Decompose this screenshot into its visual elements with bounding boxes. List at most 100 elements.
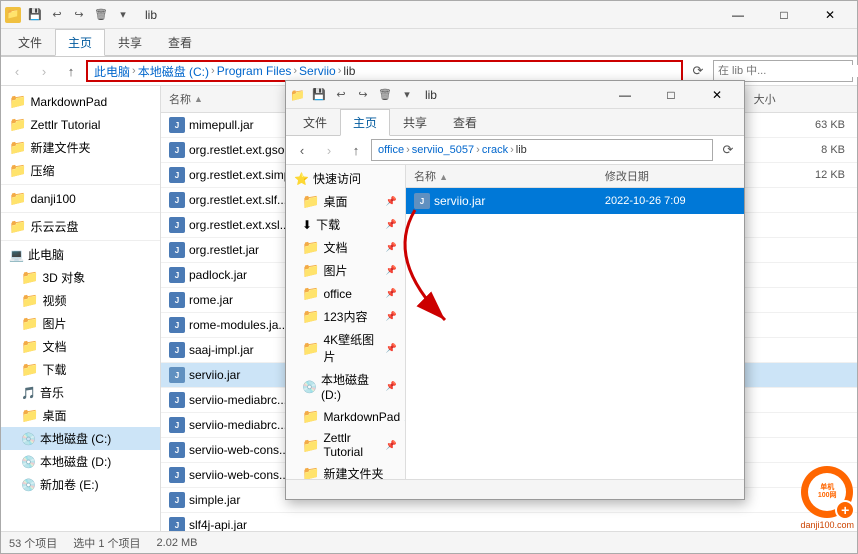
table-row[interactable]: Jslf4j-api.jar [161,513,857,531]
sidebar-item-luyun[interactable]: 📁 乐云云盘 [1,215,160,238]
sidebar-item-3dobjects[interactable]: 📁 3D 对象 [1,266,160,289]
second-sidebar-documents[interactable]: 📁 文档 📌 [286,236,405,259]
sidebar-item-drive-e[interactable]: 💿 新加卷 (E:) [1,473,160,496]
sidebar-item-documents[interactable]: 📁 文档 [1,335,160,358]
breadcrumb-drive[interactable]: 本地磁盘 (C:) [138,63,209,80]
second-tab-home[interactable]: 主页 [340,109,390,136]
second-address-bar[interactable]: office › serviio_5057 › crack › lib [371,139,713,161]
close-button[interactable]: ✕ [807,1,853,29]
sidebar-item-danji100[interactable]: 📁 danji100 [1,187,160,210]
second-sidebar-pictures[interactable]: 📁 图片 📌 [286,259,405,282]
second-tab-share[interactable]: 共享 [390,109,440,136]
sidebar-item-drive-c[interactable]: 💿 本地磁盘 (C:) [1,427,160,450]
undo-button[interactable]: ↩ [47,5,67,25]
tab-file[interactable]: 文件 [5,29,55,56]
second-breadcrumb-crack[interactable]: crack [482,144,508,156]
second-window[interactable]: 📁 💾 ↩ ↪ 🗑 ▾ lib — □ ✕ 文件 主页 共享 查看 ‹ › ↑ … [285,80,745,500]
filename: serviio-web-cons... [189,443,289,457]
second-sidebar-office[interactable]: 📁 office 📌 [286,282,405,305]
filename: org.restlet.ext.xsl... [189,218,290,232]
maximize-button[interactable]: □ [761,1,807,29]
up-button[interactable]: ↑ [59,60,83,82]
drive-icon: 💿 [21,478,36,492]
address-bar[interactable]: 此电脑 › 本地磁盘 (C:) › Program Files › Servii… [86,60,683,82]
minimize-button[interactable]: — [715,1,761,29]
second-col-date[interactable]: 修改日期 [597,165,744,187]
second-title-bar: 📁 💾 ↩ ↪ 🗑 ▾ lib — □ ✕ [286,81,744,109]
second-qat-dropdown[interactable]: ▾ [397,85,417,105]
tab-home[interactable]: 主页 [55,29,105,56]
tab-view[interactable]: 查看 [155,29,205,56]
sidebar-item-markdownpad[interactable]: 📁 MarkdownPad [1,90,160,113]
drive-icon: 💿 [21,432,36,446]
second-sidebar-quickaccess[interactable]: ⭐ 快速访问 [286,167,405,190]
second-sidebar-newfile[interactable]: 📁 新建文件夹 [286,462,405,479]
second-up-btn[interactable]: ↑ [344,139,368,161]
second-sidebar-wallpaper[interactable]: 📁 4K壁纸图片 📌 [286,328,405,368]
folder-icon: 📁 [9,190,26,207]
second-redo-btn[interactable]: ↪ [353,85,373,105]
filename: simple.jar [189,493,240,507]
pin-icon: 📌 [386,381,397,392]
delete-button[interactable]: 🗑 [91,5,111,25]
second-tab-view[interactable]: 查看 [440,109,490,136]
second-col-name[interactable]: 名称 ▲ [406,165,597,187]
folder-icon: 📁 [302,408,319,425]
selected-count: 选中 1 个项目 [73,535,140,551]
tab-share[interactable]: 共享 [105,29,155,56]
sidebar-item-newfolder[interactable]: 📁 新建文件夹 [1,136,160,159]
sidebar-item-downloads[interactable]: 📁 下载 [1,358,160,381]
sidebar-item-drive-d[interactable]: 💿 本地磁盘 (D:) [1,450,160,473]
second-sidebar: ⭐ 快速访问 📁 桌面 📌 ⬇ 下载 📌 📁 文档 📌 📁 图片 � [286,165,406,479]
sidebar-item-pictures[interactable]: 📁 图片 [1,312,160,335]
second-minimize-btn[interactable]: — [602,81,648,109]
second-window-controls: — □ ✕ [602,81,740,109]
search-input[interactable] [718,65,858,77]
folder-icon: 📁 [9,162,26,179]
jar-icon: J [169,367,185,383]
second-sidebar-123[interactable]: 📁 123内容 📌 [286,305,405,328]
second-sep3: › [510,144,514,156]
redo-button[interactable]: ↪ [69,5,89,25]
refresh-button[interactable]: ⟳ [686,60,710,82]
second-tab-file[interactable]: 文件 [290,109,340,136]
breadcrumb-programfiles[interactable]: Program Files [217,64,292,78]
sidebar-item-thispc[interactable]: 💻 此电脑 [1,243,160,266]
sidebar-label: 下载 [42,361,152,378]
sidebar-item-zettlr[interactable]: 📁 Zettlr Tutorial [1,113,160,136]
folder-icon: 📁 [302,308,319,325]
second-qat: 💾 ↩ ↪ 🗑 ▾ [309,85,417,105]
second-delete-btn[interactable]: 🗑 [375,85,395,105]
second-sidebar-markdownpad[interactable]: 📁 MarkdownPad 📌 [286,405,405,428]
second-maximize-btn[interactable]: □ [648,81,694,109]
second-sidebar-zettlr[interactable]: 📁 Zettlr Tutorial 📌 [286,428,405,462]
folder-icon: 📁 [21,407,38,424]
forward-button[interactable]: › [32,60,56,82]
sidebar-item-video[interactable]: 📁 视频 [1,289,160,312]
second-refresh-btn[interactable]: ⟳ [716,139,740,161]
second-back-btn[interactable]: ‹ [290,139,314,161]
breadcrumb-serviio[interactable]: Serviio [299,64,336,78]
second-breadcrumb-serviio5057[interactable]: serviio_5057 [412,144,474,156]
second-sidebar-drived[interactable]: 💿 本地磁盘 (D:) 📌 [286,368,405,405]
second-breadcrumb-office[interactable]: office [378,144,404,156]
sidebar-item-compress[interactable]: 📁 压缩 [1,159,160,182]
second-close-btn[interactable]: ✕ [694,81,740,109]
second-sidebar-desktop[interactable]: 📁 桌面 📌 [286,190,405,213]
back-button[interactable]: ‹ [5,60,29,82]
folder-icon: 📁 [21,269,38,286]
sidebar-item-music[interactable]: 🎵 音乐 [1,381,160,404]
qat-dropdown[interactable]: ▾ [113,5,133,25]
second-undo-btn[interactable]: ↩ [331,85,351,105]
col-header-size[interactable]: 大小 [746,88,857,110]
second-forward-btn[interactable]: › [317,139,341,161]
sidebar-label: office [323,287,381,301]
pin-icon: 📌 [386,343,397,354]
second-save-btn[interactable]: 💾 [309,85,329,105]
breadcrumb-computer[interactable]: 此电脑 [94,63,130,80]
second-sidebar-downloads[interactable]: ⬇ 下载 📌 [286,213,405,236]
sidebar-item-desktop[interactable]: 📁 桌面 [1,404,160,427]
save-button[interactable]: 💾 [25,5,45,25]
second-table-row[interactable]: J serviio.jar 2022-10-26 7:09 [406,188,744,214]
watermark-plus: + [835,500,855,520]
